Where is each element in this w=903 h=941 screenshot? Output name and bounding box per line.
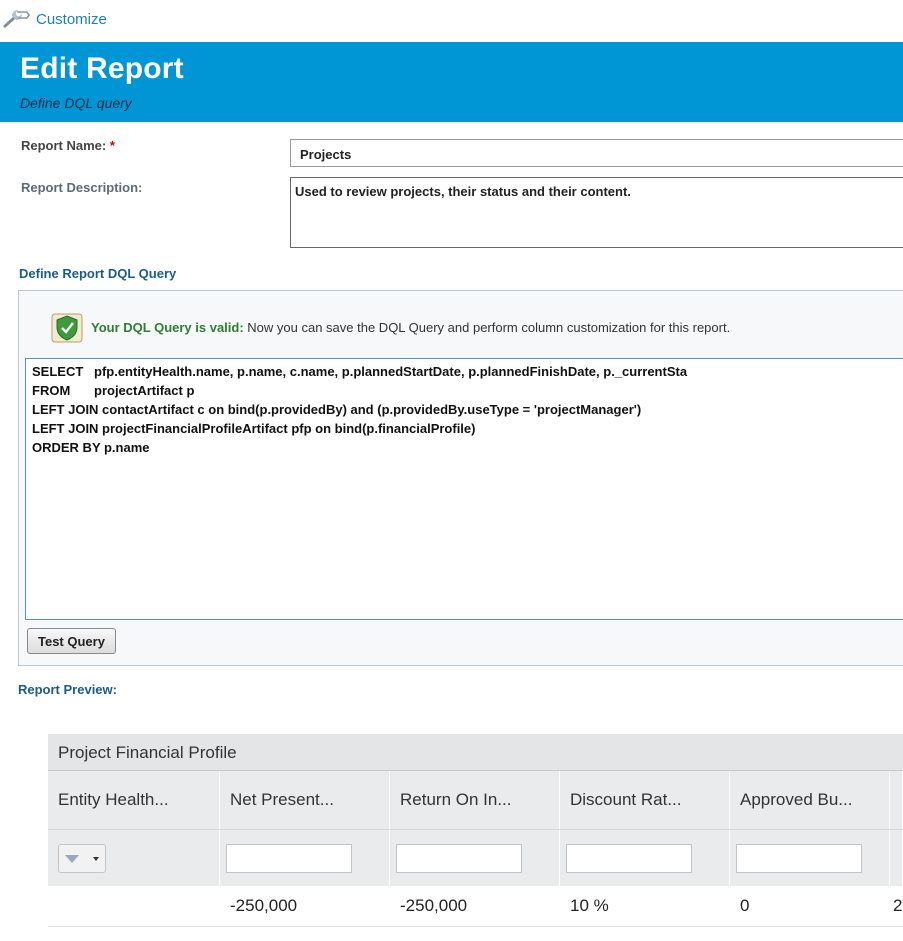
filter-net-present-input[interactable] xyxy=(226,844,352,873)
filter-cell xyxy=(560,830,730,886)
dql-query-textarea[interactable]: SELECT pfp.entityHealth.name, p.name, c.n… xyxy=(25,358,903,620)
cell-net-present: -250,000 xyxy=(230,896,298,915)
test-query-button[interactable]: Test Query xyxy=(27,628,116,654)
dql-section-label: Define Report DQL Query xyxy=(19,266,177,281)
cell-approved-budget: 0 xyxy=(740,896,750,915)
filter-discount-rate-input[interactable] xyxy=(566,844,692,873)
column-header-net-present[interactable]: Net Present... xyxy=(220,771,390,829)
query-text: LEFT JOIN contactArtifact c on bind(p.pr… xyxy=(32,402,642,417)
customize-label: Customize xyxy=(36,10,107,28)
filter-approved-budget-input[interactable] xyxy=(736,844,862,873)
table-row[interactable]: -250,000 -250,000 10 % 0 2 xyxy=(48,886,903,927)
report-description-textarea[interactable]: Used to review projects, their status an… xyxy=(290,177,903,248)
query-line: LEFT JOIN projectFinancialProfileArtifac… xyxy=(32,421,903,440)
cell-discount-rate: 10 % xyxy=(570,896,609,915)
cell-entity-health xyxy=(48,886,220,926)
query-keyword: SELECT xyxy=(32,364,84,379)
query-text: ORDER BY p.name xyxy=(32,440,150,455)
filter-cell xyxy=(390,830,560,886)
column-header-discount-rate[interactable]: Discount Rat... xyxy=(560,771,730,829)
filter-return-on-input[interactable] xyxy=(396,844,522,873)
filter-cell xyxy=(48,830,220,886)
query-line: ORDER BY p.name xyxy=(32,440,903,459)
report-preview-label: Report Preview: xyxy=(18,682,117,697)
filter-cell xyxy=(890,830,903,886)
cell-extra: 2 xyxy=(893,896,903,915)
page-title: Edit Report xyxy=(20,52,184,85)
group-header: Project Financial Profile xyxy=(48,734,903,771)
column-header-row: Entity Health... Net Present... Return O… xyxy=(48,771,903,829)
report-description-label: Report Description: xyxy=(21,180,143,195)
query-keyword: FROM xyxy=(32,383,71,398)
query-text: LEFT JOIN projectFinancialProfileArtifac… xyxy=(32,421,476,436)
wrench-icon xyxy=(0,9,30,29)
health-filter-dropdown[interactable] xyxy=(58,844,106,873)
query-text: pfp.entityHealth.name, p.name, c.name, p… xyxy=(94,364,688,379)
report-preview-grid: Project Financial Profile Entity Health.… xyxy=(48,734,903,927)
chevron-down-icon xyxy=(93,856,99,861)
report-name-label-text: Report Name: xyxy=(21,138,107,153)
customize-link[interactable]: Customize xyxy=(0,9,107,29)
top-bar: Customize xyxy=(0,0,903,40)
filter-cell xyxy=(730,830,890,886)
filter-cell xyxy=(220,830,390,886)
query-line: FROM projectArtifact p xyxy=(32,383,903,402)
validation-message: Your DQL Query is valid: Now you can sav… xyxy=(51,311,730,343)
report-name-label: Report Name: * xyxy=(21,138,115,153)
cell-return-on: -250,000 xyxy=(400,896,468,915)
report-name-input[interactable]: Projects xyxy=(290,139,903,167)
valid-bold-text: Your DQL Query is valid: xyxy=(91,319,244,335)
dql-panel: Your DQL Query is valid: Now you can sav… xyxy=(18,290,903,666)
column-header-return-on[interactable]: Return On In... xyxy=(390,771,560,829)
page-header: Edit Report Define DQL query xyxy=(0,42,903,122)
required-mark: * xyxy=(109,138,115,153)
health-triangle-icon xyxy=(65,854,79,863)
query-line: LEFT JOIN contactArtifact c on bind(p.pr… xyxy=(32,402,903,421)
page-subtitle: Define DQL query xyxy=(20,95,132,111)
column-header-approved-budget[interactable]: Approved Bu... xyxy=(730,771,890,829)
query-line: SELECT pfp.entityHealth.name, p.name, c.n… xyxy=(32,364,903,383)
column-header-extra[interactable] xyxy=(890,771,903,829)
valid-rest-text: Now you can save the DQL Query and perfo… xyxy=(243,319,731,335)
filter-row xyxy=(48,829,903,886)
valid-shield-icon xyxy=(51,311,83,343)
query-text: projectArtifact p xyxy=(94,383,195,398)
column-header-entity-health[interactable]: Entity Health... xyxy=(48,771,220,829)
